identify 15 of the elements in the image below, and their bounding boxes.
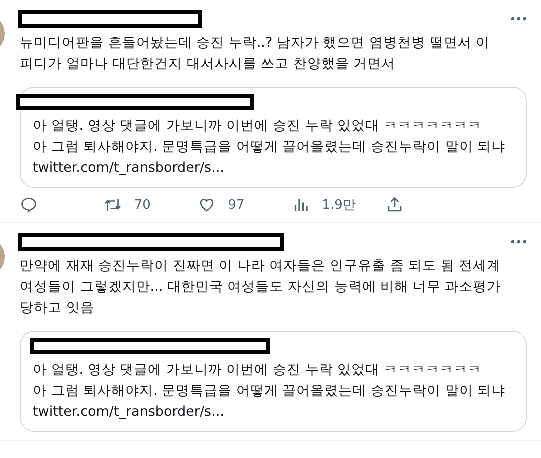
more-icon[interactable] [511,17,527,21]
quoted-tweet[interactable]: 아 얼탱. 영상 댓글에 가보니까 이번에 승진 누락 있었대 ㅋㅋㅋㅋㅋㅋㅋ 아 그럼 퇴사해야지. 문명특급을 어떻게 끌어올렸는데 승진누락이 말이 되냐 twitter.com/t_ransborder/s... [20,331,527,432]
share-icon[interactable] [386,196,404,214]
quoted-text: 아 얼탱. 영상 댓글에 가보니까 이번에 승진 누락 있었대 ㅋㅋㅋㅋㅋㅋㅋ 아 그럼 퇴사해야지. 문명특급을 어떻게 끌어올렸는데 승진누락이 말이 되냐 twitter.com/t_ransborder/s... [33,117,507,178]
heart-icon[interactable] [198,196,216,214]
action-count: 1.9만 [322,197,356,214]
retweet-icon[interactable] [104,196,122,214]
action-count: 70 [134,198,151,212]
tweet-text: 뉴미디어판을 흔들어놨는데 승진 누락..? 남자가 했으면 염병천병 떨면서 이 피디가 얼마나 대단한건지 대서사시를 쓰고 찬양했을 거면서 [20,34,492,74]
bar-chart-icon[interactable] [292,196,310,214]
quoted-text: 아 얼탱. 영상 댓글에 가보니까 이번에 승진 누락 있었대 ㅋㅋㅋㅋㅋㅋㅋ 아 그럼 퇴사해야지. 문명특급을 어떻게 끌어올렸는데 승진누락이 말이 되냐 twitter.com/t_ransborder/s... [33,361,507,422]
tweet-text: 만약에 재재 승진누락이 진짜면 이 나라 여자들은 인구유출 좀 되도 됨 전세계 여성들이 그렇겠지만... 대한민국 여성들도 자신의 능력에 비해 너무 과소평가 당하고 잇음 [20,257,502,318]
more-icon[interactable] [511,240,527,244]
action-count: 97 [228,198,245,212]
reply-icon[interactable] [20,196,38,214]
